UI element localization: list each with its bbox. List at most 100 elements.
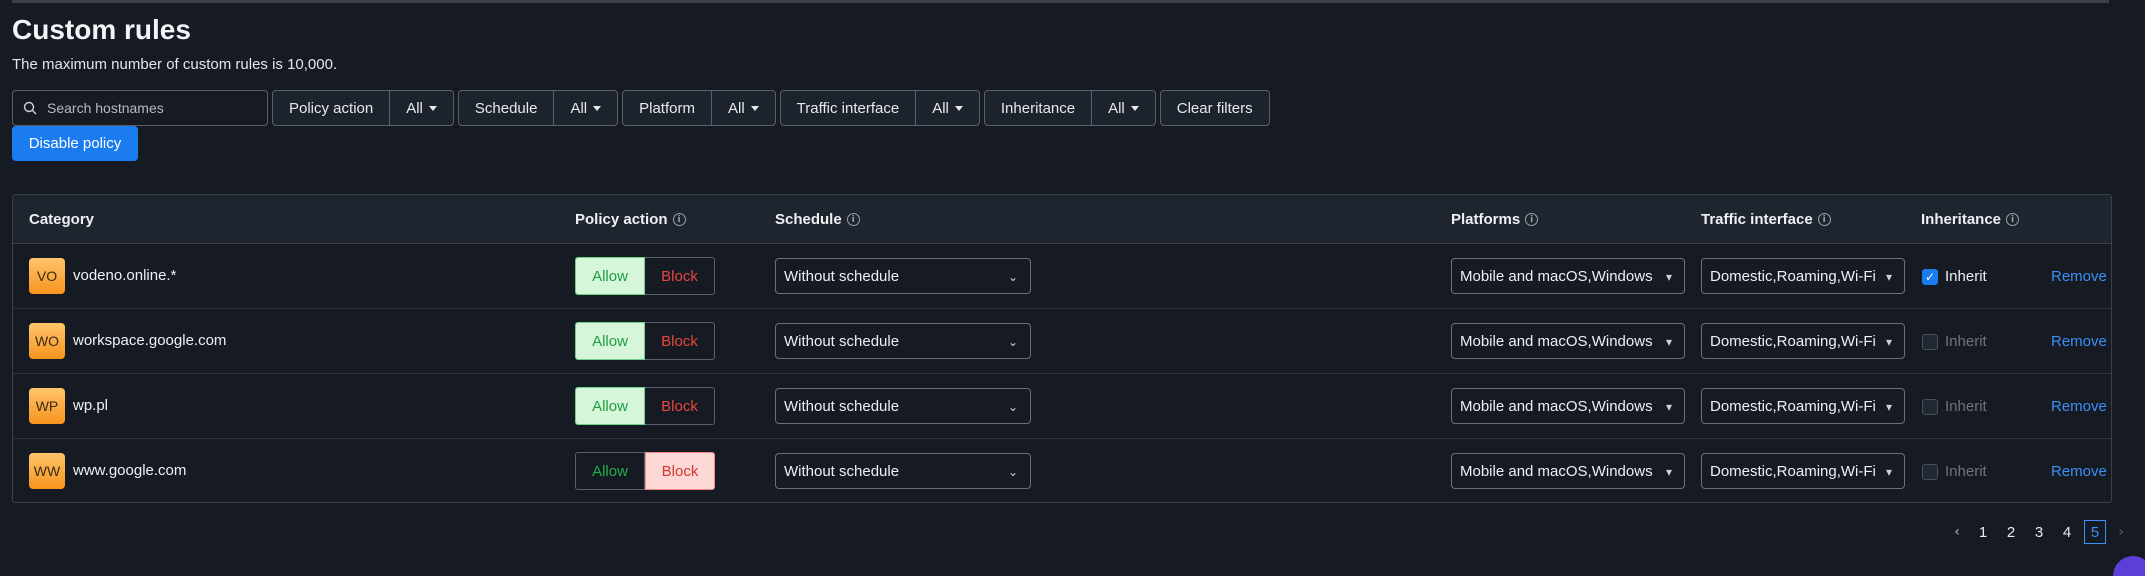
block-button[interactable]: Block bbox=[645, 452, 715, 490]
schedule-value: Without schedule bbox=[784, 332, 900, 350]
info-icon[interactable]: i bbox=[2006, 213, 2020, 226]
caret-down-icon: ▾ bbox=[1885, 400, 1892, 414]
chevron-down-icon: ⌄ bbox=[1007, 335, 1018, 349]
schedule-value: Without schedule bbox=[784, 397, 900, 415]
page-2[interactable]: 2 bbox=[2000, 520, 2022, 544]
remove-link[interactable]: Remove bbox=[2051, 398, 2107, 415]
allow-button[interactable]: Allow bbox=[575, 257, 645, 295]
table-row: VO vodeno.online.* Allow Block Without s… bbox=[13, 244, 2111, 309]
caret-down-icon: ▾ bbox=[1665, 400, 1672, 414]
clear-filters-button[interactable]: Clear filters bbox=[1159, 90, 1270, 126]
allow-button[interactable]: Allow bbox=[575, 387, 645, 425]
policy-action-toggle: Allow Block bbox=[575, 257, 715, 295]
filter-traffic-interface-dropdown[interactable]: All bbox=[916, 91, 979, 125]
platforms-select[interactable]: Mobile and macOS,Windows ▾ bbox=[1451, 258, 1685, 294]
table-header: Category Policy action i Schedule i Platfo… bbox=[13, 195, 2111, 244]
filter-schedule: Schedule All bbox=[457, 90, 619, 126]
filter-traffic-interface: Traffic interface All bbox=[779, 90, 980, 126]
table-row: WO workspace.google.com Allow Block With… bbox=[13, 309, 2111, 374]
filter-value: All bbox=[406, 99, 423, 117]
filter-value: All bbox=[570, 99, 588, 117]
platforms-select[interactable]: Mobile and macOS,Windows ▾ bbox=[1451, 453, 1685, 489]
page-title: Custom rules bbox=[12, 14, 191, 45]
hostname: www.google.com bbox=[73, 462, 187, 479]
inherit-checkbox bbox=[1922, 334, 1938, 350]
allow-button[interactable]: Allow bbox=[575, 322, 645, 360]
filter-value: All bbox=[932, 99, 949, 117]
block-button[interactable]: Block bbox=[645, 322, 715, 360]
remove-link[interactable]: Remove bbox=[2051, 463, 2107, 480]
chevron-right-icon: › bbox=[2118, 524, 2124, 540]
header-label: Policy action bbox=[575, 211, 668, 228]
block-button[interactable]: Block bbox=[645, 257, 715, 295]
header-label: Category bbox=[29, 211, 95, 228]
search-icon bbox=[23, 101, 37, 115]
schedule-select[interactable]: Without schedule ⌄ bbox=[775, 388, 1031, 424]
info-icon[interactable]: i bbox=[672, 213, 686, 226]
schedule-select[interactable]: Without schedule ⌄ bbox=[775, 323, 1031, 359]
filter-inheritance-label: Inheritance bbox=[985, 91, 1093, 125]
schedule-select[interactable]: Without schedule ⌄ bbox=[775, 453, 1031, 489]
caret-down-icon: ▾ bbox=[1885, 270, 1892, 284]
schedule-select[interactable]: Without schedule ⌄ bbox=[775, 258, 1031, 294]
traffic-interface-select[interactable]: Domestic,Roaming,Wi-Fi ▾ bbox=[1701, 453, 1905, 489]
chevron-down-icon: ⌄ bbox=[1007, 270, 1018, 284]
filter-policy-action-dropdown[interactable]: All bbox=[390, 91, 453, 125]
inherit-checkbox bbox=[1922, 464, 1938, 480]
hostname: workspace.google.com bbox=[73, 332, 227, 349]
schedule-value: Without schedule bbox=[784, 462, 900, 480]
caret-down-icon: ▾ bbox=[1665, 465, 1672, 479]
allow-button[interactable]: Allow bbox=[575, 452, 645, 490]
remove-link[interactable]: Remove bbox=[2051, 333, 2107, 350]
info-icon[interactable]: i bbox=[846, 213, 860, 226]
search-input[interactable] bbox=[45, 99, 255, 117]
filter-platform: Platform All bbox=[622, 90, 776, 126]
help-widget-button[interactable] bbox=[2113, 556, 2145, 576]
page-subtitle: The maximum number of custom rules is 10… bbox=[12, 56, 338, 73]
header-platforms: Platforms i bbox=[1451, 211, 1539, 228]
platforms-select[interactable]: Mobile and macOS,Windows ▾ bbox=[1451, 388, 1685, 424]
header-category: Category bbox=[29, 211, 94, 228]
caret-down-icon: ▾ bbox=[1665, 335, 1672, 349]
inherit-checkbox bbox=[1922, 399, 1938, 415]
avatar: WP bbox=[29, 388, 65, 424]
chevron-left-icon[interactable]: ‹ bbox=[1948, 524, 1966, 540]
filter-schedule-dropdown[interactable]: All bbox=[554, 91, 617, 125]
filter-bar: Policy action All Schedule All Platform … bbox=[12, 90, 1270, 126]
traffic-interface-select[interactable]: Domestic,Roaming,Wi-Fi ▾ bbox=[1701, 323, 1905, 359]
avatar: WW bbox=[29, 453, 65, 489]
info-icon[interactable]: i bbox=[1525, 213, 1539, 226]
header-inheritance: Inheritance i bbox=[1921, 211, 2020, 228]
caret-down-icon bbox=[428, 105, 437, 111]
hostname: vodeno.online.* bbox=[73, 267, 177, 284]
policy-action-toggle: Allow Block bbox=[575, 387, 715, 425]
filter-platform-dropdown[interactable]: All bbox=[712, 91, 775, 125]
inherit-label: Inherit bbox=[1945, 398, 1987, 415]
inherit-checkbox[interactable]: ✓ bbox=[1922, 269, 1938, 285]
caret-down-icon bbox=[593, 105, 602, 111]
traffic-interface-select[interactable]: Domestic,Roaming,Wi-Fi ▾ bbox=[1701, 388, 1905, 424]
platforms-select[interactable]: Mobile and macOS,Windows ▾ bbox=[1451, 323, 1685, 359]
block-button[interactable]: Block bbox=[645, 387, 715, 425]
header-label: Platforms bbox=[1451, 211, 1521, 228]
platforms-value: Mobile and macOS,Windows bbox=[1460, 397, 1653, 415]
filter-inheritance-dropdown[interactable]: All bbox=[1092, 91, 1155, 125]
page-3[interactable]: 3 bbox=[2028, 520, 2050, 544]
header-traffic-interface: Traffic interface i bbox=[1701, 211, 1831, 228]
schedule-value: Without schedule bbox=[784, 267, 900, 285]
page-5-current[interactable]: 5 bbox=[2084, 520, 2106, 544]
policy-action-toggle: Allow Block bbox=[575, 322, 715, 360]
filter-value: All bbox=[1108, 99, 1125, 117]
filter-value: All bbox=[727, 99, 745, 117]
page-4[interactable]: 4 bbox=[2056, 520, 2078, 544]
traffic-value: Domestic,Roaming,Wi-Fi bbox=[1710, 332, 1876, 350]
chevron-down-icon: ⌄ bbox=[1007, 400, 1018, 414]
traffic-value: Domestic,Roaming,Wi-Fi bbox=[1710, 462, 1876, 480]
info-icon[interactable]: i bbox=[1817, 213, 1831, 226]
disable-policy-button[interactable]: Disable policy bbox=[12, 126, 138, 161]
page-1[interactable]: 1 bbox=[1972, 520, 1994, 544]
traffic-interface-select[interactable]: Domestic,Roaming,Wi-Fi ▾ bbox=[1701, 258, 1905, 294]
remove-link[interactable]: Remove bbox=[2051, 268, 2107, 285]
top-divider bbox=[12, 0, 2109, 3]
hostname: wp.pl bbox=[73, 397, 109, 414]
